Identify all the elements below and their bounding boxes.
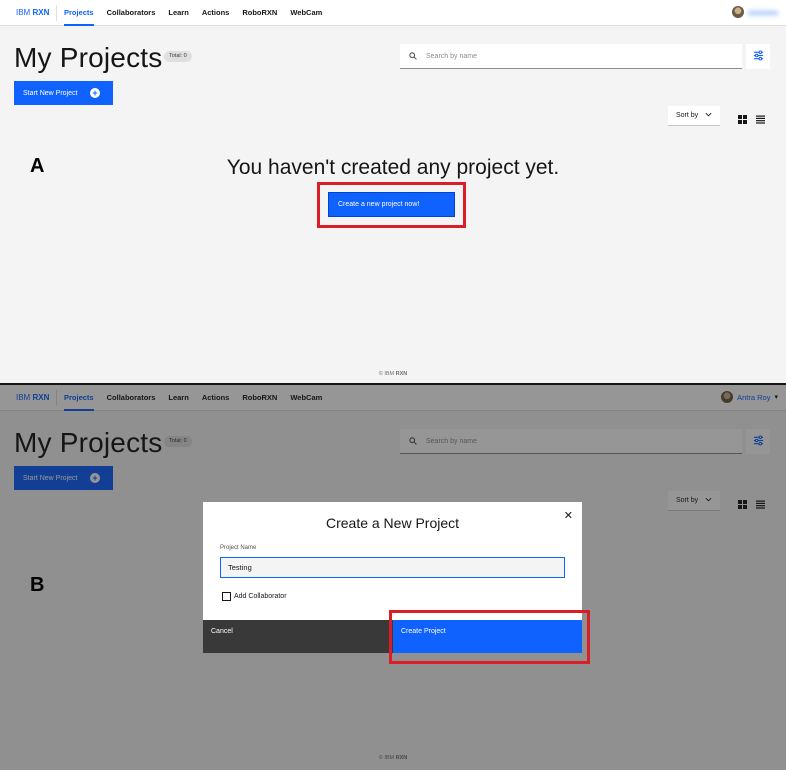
- chevron-down-icon: [705, 112, 712, 119]
- start-new-project-label: Start New Project: [23, 89, 78, 97]
- cancel-button[interactable]: Cancel: [203, 620, 393, 653]
- user-menu[interactable]: xxxxxxxx: [732, 6, 778, 18]
- add-collaborator-checkbox[interactable]: [222, 592, 231, 601]
- empty-state-message: You haven't created any project yet.: [226, 156, 560, 179]
- grid-view-icon[interactable]: [738, 111, 747, 129]
- create-new-project-now-button[interactable]: Create a new project now!: [328, 192, 455, 217]
- filter-button[interactable]: [746, 44, 770, 69]
- nav-items: Projects Collaborators Learn Actions Rob…: [64, 0, 335, 26]
- total-badge: Total: 0: [164, 51, 192, 62]
- panel-b: IBM RXN Projects Collaborators Learn Act…: [0, 385, 786, 770]
- add-collaborator-checkbox-row[interactable]: Add Collaborator: [222, 592, 287, 601]
- search-icon: [409, 52, 417, 60]
- modal-title: Create a New Project: [325, 515, 460, 531]
- sort-dropdown[interactable]: Sort by: [668, 106, 720, 126]
- avatar: [732, 6, 744, 18]
- panel-label-b: B: [30, 574, 45, 596]
- search-bar[interactable]: Search by name: [400, 44, 742, 69]
- project-name-label: Project Name: [220, 545, 257, 551]
- sort-label: Sort by: [676, 112, 699, 119]
- page-title: My Projects: [14, 42, 163, 73]
- user-name-blurred: xxxxxxxx: [748, 7, 778, 17]
- add-collaborator-label: Add Collaborator: [234, 593, 287, 600]
- brand-prefix: IBM: [16, 8, 31, 17]
- search-input[interactable]: Search by name: [426, 53, 477, 60]
- list-view-icon[interactable]: [756, 111, 765, 129]
- project-name-input[interactable]: Testing: [220, 557, 565, 578]
- top-nav: IBM RXN Projects Collaborators Learn Act…: [0, 0, 786, 26]
- nav-item-actions[interactable]: Actions: [202, 0, 230, 26]
- nav-item-roborxn[interactable]: RoboRXN: [242, 0, 277, 26]
- start-new-project-button[interactable]: Start New Project +: [14, 81, 113, 105]
- nav-item-projects[interactable]: Projects: [64, 0, 94, 26]
- brand-name: RXN: [32, 8, 50, 17]
- nav-item-webcam[interactable]: WebCam: [290, 0, 322, 26]
- footer-name: RXN: [395, 371, 408, 377]
- nav-divider: [56, 5, 57, 21]
- brand-logo[interactable]: IBM RXN: [16, 8, 49, 17]
- highlight-box: [389, 610, 590, 664]
- panel-a: IBM RXN Projects Collaborators Learn Act…: [0, 0, 786, 383]
- filter-icon: [753, 48, 764, 66]
- nav-item-learn[interactable]: Learn: [168, 0, 188, 26]
- footer: © IBM RXN: [0, 371, 786, 377]
- close-icon[interactable]: ✕: [564, 509, 573, 522]
- add-icon: +: [90, 88, 100, 98]
- nav-item-collaborators[interactable]: Collaborators: [107, 0, 156, 26]
- footer-prefix: © IBM: [378, 371, 395, 377]
